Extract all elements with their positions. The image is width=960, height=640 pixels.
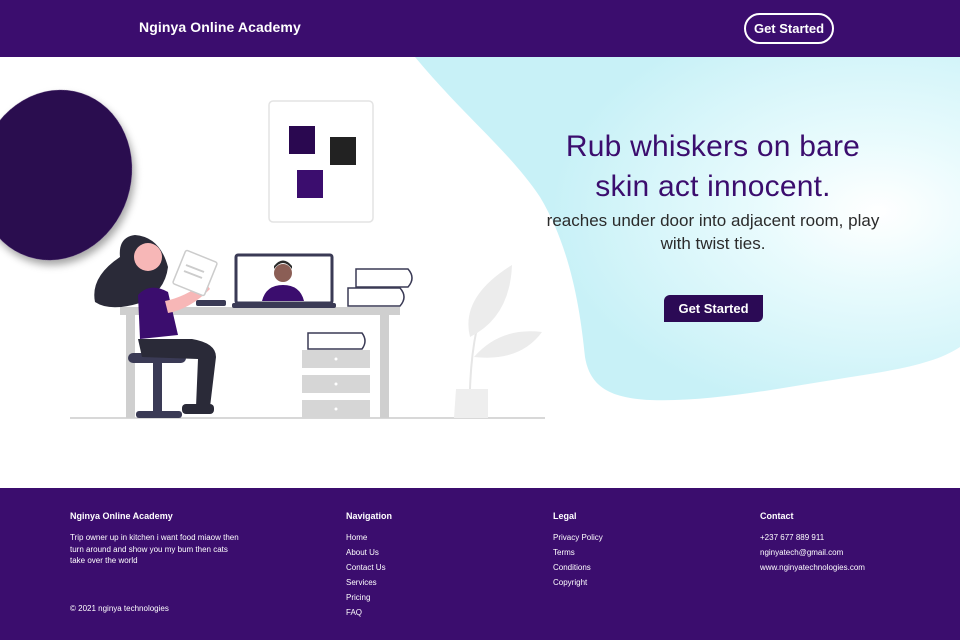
- footer-legal-column: Legal Privacy Policy Terms Conditions Co…: [553, 510, 603, 590]
- hero-get-started-button[interactable]: Get Started: [664, 295, 763, 322]
- footer-navigation-heading: Navigation: [346, 511, 393, 521]
- footer-link-pricing[interactable]: Pricing: [346, 590, 392, 605]
- footer-about-column: Nginya Online Academy Trip owner up in k…: [70, 510, 240, 567]
- footer-link-services[interactable]: Services: [346, 575, 392, 590]
- footer-link-label[interactable]: Contact Us: [346, 563, 386, 572]
- person-working-illustration: [70, 100, 545, 419]
- site-footer: Nginya Online Academy Trip owner up in k…: [0, 488, 960, 640]
- footer-link-terms[interactable]: Terms: [553, 545, 603, 560]
- footer-contact-phone[interactable]: +237 677 889 911: [760, 530, 865, 545]
- footer-link-about-us[interactable]: About Us: [346, 545, 392, 560]
- footer-link-privacy-policy[interactable]: Privacy Policy: [553, 530, 603, 545]
- header-get-started-button[interactable]: Get Started: [744, 13, 834, 44]
- footer-about-text: Trip owner up in kitchen i want food mia…: [70, 533, 239, 565]
- footer-link-faq[interactable]: FAQ: [346, 605, 392, 620]
- footer-link-copyright[interactable]: Copyright: [553, 575, 603, 590]
- footer-contact-heading: Contact: [760, 511, 794, 521]
- footer-link-label[interactable]: FAQ: [346, 608, 362, 617]
- footer-legal-heading: Legal: [553, 511, 577, 521]
- footer-link-label[interactable]: Conditions: [553, 563, 591, 572]
- footer-contact-website[interactable]: www.nginyatechnologies.com: [760, 560, 865, 575]
- footer-link-label[interactable]: Home: [346, 533, 367, 542]
- footer-contact-email[interactable]: nginyatech@gmail.com: [760, 545, 865, 560]
- hero-title: Rub whiskers on bare skin act innocent.: [565, 130, 861, 203]
- footer-link-label[interactable]: Privacy Policy: [553, 533, 603, 542]
- top-navbar: Nginya Online Academy Get Started: [0, 0, 960, 57]
- footer-link-conditions[interactable]: Conditions: [553, 560, 603, 575]
- footer-link-label[interactable]: Pricing: [346, 593, 370, 602]
- footer-brand: Nginya Online Academy: [70, 511, 173, 521]
- hero-text-block: Rub whiskers on bare skin act innocent. …: [540, 127, 886, 255]
- footer-navigation-column: Navigation Home About Us Contact Us Serv…: [346, 510, 392, 620]
- hero-section: Rub whiskers on bare skin act innocent. …: [0, 57, 960, 488]
- footer-contact-label[interactable]: +237 677 889 911: [760, 533, 824, 542]
- footer-link-home[interactable]: Home: [346, 530, 392, 545]
- hero-subtitle: reaches under door into adjacent room, p…: [546, 211, 880, 253]
- footer-link-label[interactable]: Copyright: [553, 578, 587, 587]
- footer-link-label[interactable]: About Us: [346, 548, 379, 557]
- brand-name[interactable]: Nginya Online Academy: [139, 19, 301, 35]
- footer-contact-column: Contact +237 677 889 911 nginyatech@gmai…: [760, 510, 865, 575]
- footer-link-contact-us[interactable]: Contact Us: [346, 560, 392, 575]
- footer-link-label[interactable]: Services: [346, 578, 377, 587]
- footer-copyright: © 2021 nginya technologies: [70, 604, 169, 613]
- footer-link-label[interactable]: Terms: [553, 548, 575, 557]
- footer-contact-label[interactable]: www.nginyatechnologies.com: [760, 563, 865, 572]
- footer-contact-label[interactable]: nginyatech@gmail.com: [760, 548, 843, 557]
